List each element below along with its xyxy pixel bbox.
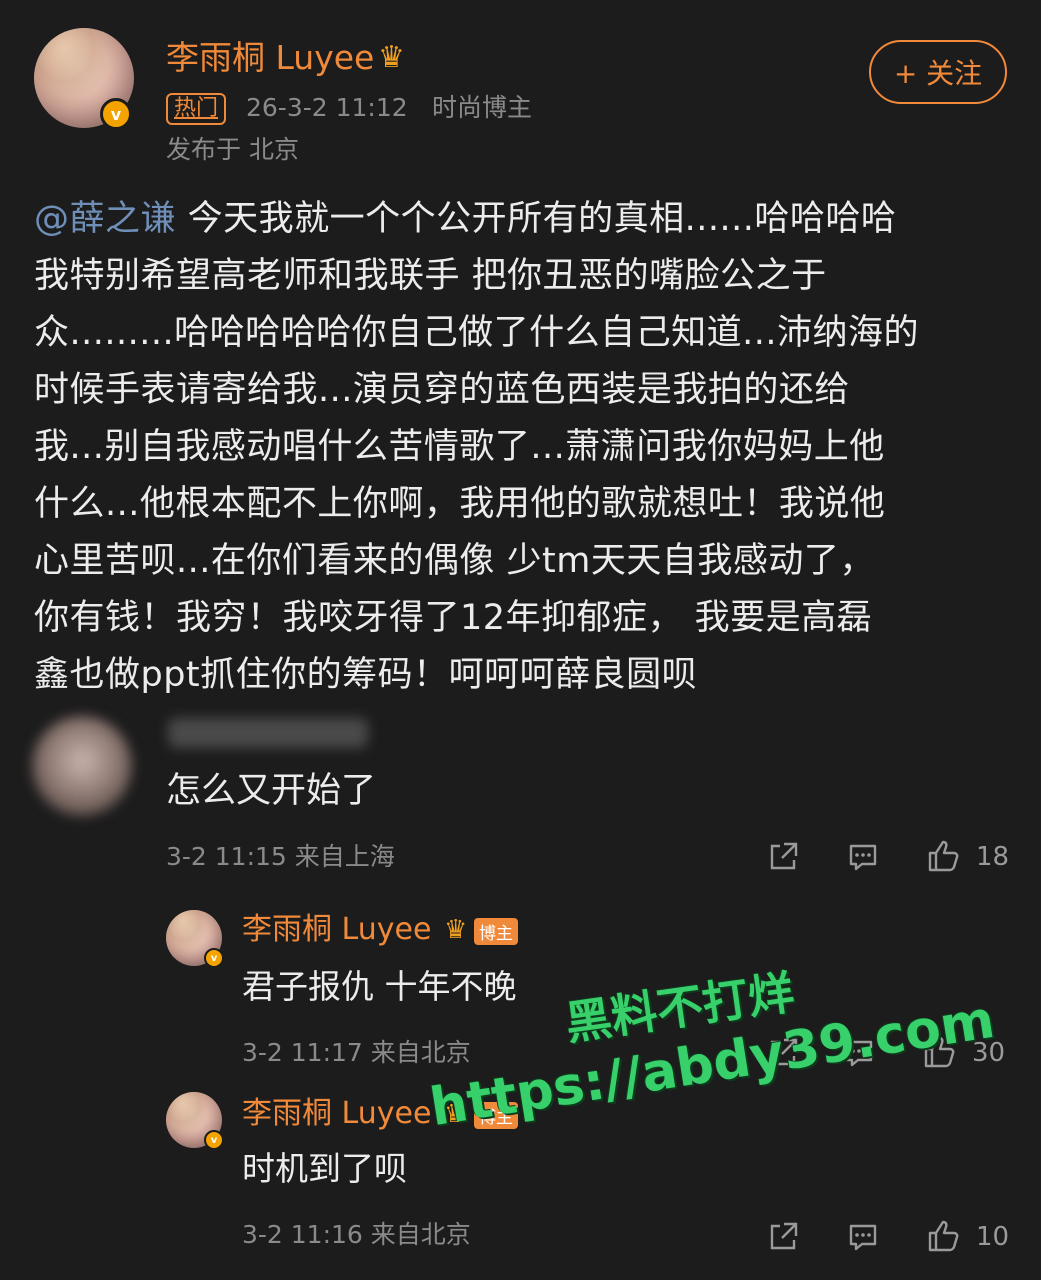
mention-link[interactable]: @薛之谦 [34, 199, 176, 239]
post-line-4: 我...别自我感动唱什么苦情歌了...萧潇问我你妈妈上他 [34, 427, 885, 467]
like-icon[interactable] [926, 1218, 962, 1254]
verified-icon: v [204, 948, 224, 968]
author-name[interactable]: 李雨桐 Luyee [166, 36, 374, 80]
post-line-8: 鑫也做ppt抓住你的筹码！呵呵呵薛良圆呗 [34, 655, 698, 695]
reply-author[interactable]: 李雨桐 Luyee [242, 1094, 431, 1134]
share-icon[interactable] [766, 1220, 800, 1254]
commenter-name[interactable] [168, 718, 368, 748]
post-line-7: 你有钱！我穷！我咬牙得了12年抑郁症， 我要是高磊 [34, 598, 873, 638]
reply-author[interactable]: 李雨桐 Luyee [242, 910, 431, 950]
post-timestamp: 26-3-2 11:12 [246, 93, 408, 122]
like-icon[interactable] [926, 838, 962, 874]
post-line-3: 时候手表请寄给我...演员穿的蓝色西装是我拍的还给 [34, 370, 850, 410]
post-line-5: 什么...他根本配不上你啊，我用他的歌就想吐！我说他 [34, 484, 886, 524]
post-line-1: 我特别希望高老师和我联手 把你丑恶的嘴脸公之于 [34, 256, 827, 296]
post-body: @薛之谦 今天我就一个个公开所有的真相......哈哈哈哈 我特别希望高老师和我… [34, 191, 1014, 704]
like-count: 18 [976, 842, 1010, 872]
post-location: 发布于 北京 [166, 135, 299, 164]
share-icon[interactable] [766, 840, 800, 874]
reply-meta: 3-2 11:17 来自北京 [242, 1038, 471, 1067]
comment-text: 怎么又开始了 [166, 771, 377, 811]
follow-button[interactable]: + 关注 [869, 40, 1007, 104]
post-line-0: @薛之谦 今天我就一个个公开所有的真相......哈哈哈哈 [34, 199, 897, 239]
blogger-badge: 博主 [474, 918, 518, 945]
post-line-6: 心里苦呗...在你们看来的偶像 少tm天天自我感动了， [34, 541, 875, 581]
comment-icon[interactable] [846, 1220, 880, 1254]
commenter-avatar[interactable] [32, 716, 132, 816]
verified-icon: v [204, 1130, 224, 1150]
hot-tag: 热门 [166, 93, 227, 125]
reply-text: 时机到了呗 [242, 1149, 407, 1188]
crown-icon: ♛ [444, 915, 468, 945]
reply-meta: 3-2 11:16 来自北京 [242, 1220, 471, 1249]
verified-icon: v [100, 98, 132, 130]
like-count: 10 [976, 1222, 1010, 1252]
author-role: 时尚博主 [432, 93, 533, 122]
comment-meta: 3-2 11:15 来自上海 [166, 842, 395, 871]
post-line-2: 众.........哈哈哈哈哈你自己做了什么自己知道...沛纳海的 [34, 313, 920, 353]
comment-icon[interactable] [846, 840, 880, 874]
reply-text: 君子报仇 十年不晚 [242, 967, 517, 1006]
crown-icon: ♛ [378, 40, 405, 75]
